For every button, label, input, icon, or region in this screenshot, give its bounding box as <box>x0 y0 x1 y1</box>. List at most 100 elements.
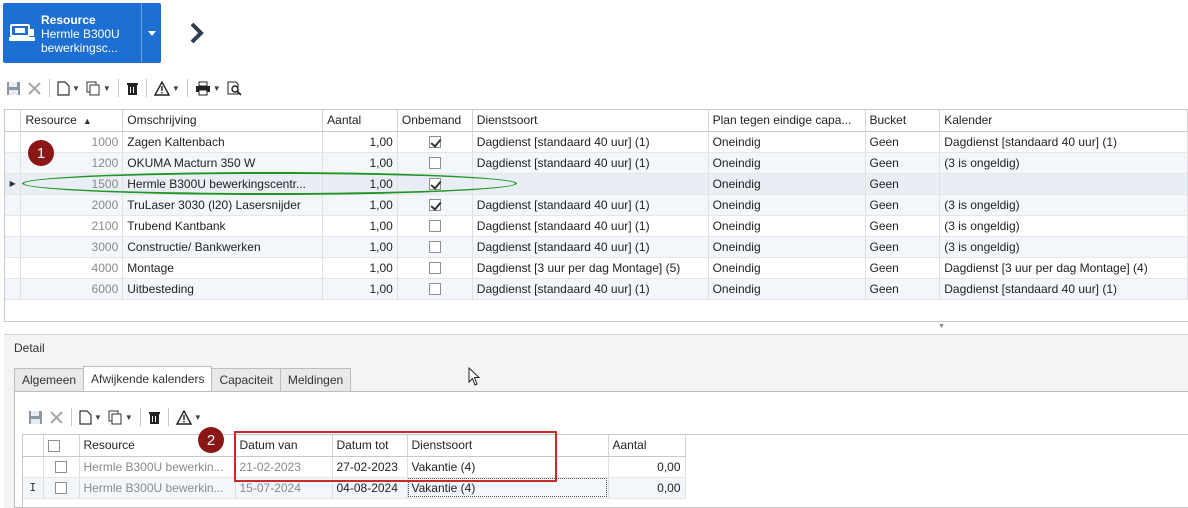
row-indicator[interactable] <box>5 131 22 153</box>
warning-icon[interactable]: ▼ <box>151 77 183 99</box>
cell-omschrijving[interactable]: TruLaser 3030 (l20) Lasersnijder <box>122 194 324 216</box>
tab-algemeen[interactable]: Algemeen <box>14 368 85 391</box>
cell-select[interactable] <box>43 456 80 478</box>
cell-resource[interactable]: 2100 <box>20 215 124 237</box>
cell-datum-tot[interactable]: 27-02-2023 <box>332 456 408 478</box>
cell-aantal[interactable]: 1,00 <box>322 194 398 216</box>
cell-bucket[interactable]: Geen <box>865 152 941 174</box>
column-header-kalender[interactable]: Kalender <box>939 110 1188 132</box>
cell-kalender[interactable]: (3 is ongeldig) <box>939 194 1188 216</box>
cell-onbemand[interactable] <box>397 215 473 237</box>
onbemand-checkbox[interactable] <box>428 136 441 149</box>
cancel-icon[interactable] <box>24 77 45 99</box>
detail-save-icon[interactable] <box>25 406 46 428</box>
cell-dienstsoort[interactable]: Dagdienst [standaard 40 uur] (1) <box>472 215 709 237</box>
onbemand-checkbox[interactable] <box>428 262 441 275</box>
cell-kalender[interactable]: Dagdienst [standaard 40 uur] (1) <box>939 278 1188 300</box>
cell-bucket[interactable]: Geen <box>865 194 941 216</box>
table-row[interactable]: Hermle B300U bewerkin... 21-02-2023 27-02-… <box>23 456 686 478</box>
splitter-handle-icon[interactable]: ▼ <box>938 323 945 330</box>
column-header-datum-van[interactable]: Datum van <box>235 435 333 457</box>
column-header-aantal[interactable]: Aantal <box>322 110 398 132</box>
delete-icon[interactable] <box>123 77 142 99</box>
row-indicator[interactable] <box>5 257 22 279</box>
cell-dienstsoort[interactable]: Dagdienst [3 uur per dag Montage] (5) <box>472 257 709 279</box>
table-row[interactable]: 2100 Trubend Kantbank 1,00 Dagdienst [stand… <box>5 215 1188 237</box>
column-header-dienstsoort[interactable]: Dienstsoort <box>407 435 609 457</box>
copy-icon[interactable]: ▼ <box>83 77 114 99</box>
cell-datum-van[interactable]: 15-07-2024 <box>235 477 333 499</box>
onbemand-checkbox[interactable] <box>428 199 441 212</box>
row-indicator[interactable] <box>23 456 44 478</box>
cell-select[interactable] <box>43 477 80 499</box>
new-document-icon[interactable]: ▼ <box>54 77 83 99</box>
print-preview-icon[interactable] <box>224 77 246 99</box>
cell-onbemand[interactable] <box>397 131 473 153</box>
cell-bucket[interactable]: Geen <box>865 236 941 258</box>
cell-omschrijving[interactable]: Constructie/ Bankwerken <box>122 236 324 258</box>
cell-kalender[interactable]: (3 is ongeldig) <box>939 215 1188 237</box>
row-indicator[interactable] <box>5 215 22 237</box>
cell-aantal[interactable]: 0,00 <box>608 477 686 499</box>
row-indicator[interactable] <box>5 194 22 216</box>
cell-onbemand[interactable] <box>397 152 473 174</box>
cell-bucket[interactable]: Geen <box>865 278 941 300</box>
row-select-checkbox[interactable] <box>55 461 67 474</box>
cell-aantal[interactable]: 1,00 <box>322 257 398 279</box>
tab-afwijkende-kalenders[interactable]: Afwijkende kalenders <box>83 366 213 391</box>
cell-bucket[interactable]: Geen <box>865 173 941 195</box>
cell-resource[interactable]: 6000 <box>20 278 124 300</box>
cell-dienstsoort[interactable]: Dagdienst [standaard 40 uur] (1) <box>472 152 709 174</box>
cell-resource[interactable]: Hermle B300U bewerkin... <box>79 477 236 499</box>
table-row[interactable]: 2000 TruLaser 3030 (l20) Lasersnijder 1,00… <box>5 194 1188 216</box>
cell-dienstsoort[interactable]: Dagdienst [standaard 40 uur] (1) <box>472 278 709 300</box>
cell-plan[interactable]: Oneindig <box>708 131 866 153</box>
onbemand-checkbox[interactable] <box>428 283 441 296</box>
cell-plan[interactable]: Oneindig <box>708 257 866 279</box>
detail-header[interactable]: Detail <box>4 334 1188 360</box>
cell-dienstsoort[interactable] <box>472 173 709 195</box>
resource-context-button[interactable]: Resource Hermle B300U bewerkingsc... <box>3 3 161 63</box>
table-row[interactable]: I Hermle B300U bewerkin... 15-07-2024 04-08… <box>23 477 686 499</box>
row-indicator[interactable]: ▶ <box>5 173 22 195</box>
cell-plan[interactable]: Oneindig <box>708 194 866 216</box>
cell-resource[interactable]: 3000 <box>20 236 124 258</box>
detail-copy-icon[interactable]: ▼ <box>105 406 136 428</box>
cell-resource[interactable]: 1500 <box>20 173 124 195</box>
chevron-right-icon[interactable] <box>187 20 207 46</box>
row-indicator[interactable] <box>5 236 22 258</box>
cell-omschrijving[interactable]: Trubend Kantbank <box>122 215 324 237</box>
cell-resource[interactable]: 4000 <box>20 257 124 279</box>
table-row[interactable]: 3000 Constructie/ Bankwerken 1,00 Dagdienst… <box>5 236 1188 258</box>
cell-omschrijving[interactable]: Uitbesteding <box>122 278 324 300</box>
column-header-dienstsoort[interactable]: Dienstsoort <box>472 110 709 132</box>
print-icon[interactable]: ▼ <box>192 77 224 99</box>
onbemand-checkbox[interactable] <box>428 157 441 170</box>
column-header-aantal[interactable]: Aantal <box>608 435 686 457</box>
row-indicator[interactable]: I <box>23 477 44 499</box>
caret-down-icon[interactable] <box>141 3 161 63</box>
table-row[interactable]: 1000 Zagen Kaltenbach 1,00 Dagdienst [stand… <box>5 131 1188 153</box>
cell-bucket[interactable]: Geen <box>865 257 941 279</box>
cell-kalender[interactable]: (3 is ongeldig) <box>939 236 1188 258</box>
cell-aantal[interactable]: 1,00 <box>322 131 398 153</box>
detail-cancel-icon[interactable] <box>46 406 67 428</box>
cell-aantal[interactable]: 1,00 <box>322 173 398 195</box>
cell-dienstsoort[interactable]: Dagdienst [standaard 40 uur] (1) <box>472 194 709 216</box>
cell-plan[interactable]: Oneindig <box>708 236 866 258</box>
cell-plan[interactable]: Oneindig <box>708 173 866 195</box>
cell-aantal[interactable]: 1,00 <box>322 236 398 258</box>
cell-omschrijving[interactable]: Hermle B300U bewerkingscentr... <box>122 173 324 195</box>
column-header-omschrijving[interactable]: Omschrijving <box>122 110 324 132</box>
column-header-datum-tot[interactable]: Datum tot <box>332 435 408 457</box>
detail-warning-icon[interactable]: ▼ <box>173 406 205 428</box>
table-row[interactable]: 1200 OKUMA Macturn 350 W 1,00 Dagdienst [st… <box>5 152 1188 174</box>
cell-onbemand[interactable] <box>397 257 473 279</box>
row-indicator[interactable] <box>5 278 22 300</box>
column-header-resource[interactable]: Resource ▲ <box>20 110 124 132</box>
onbemand-checkbox[interactable] <box>428 220 441 233</box>
cell-dienstsoort[interactable]: Dagdienst [standaard 40 uur] (1) <box>472 131 709 153</box>
cell-onbemand[interactable] <box>397 278 473 300</box>
cell-aantal[interactable]: 1,00 <box>322 152 398 174</box>
cell-kalender[interactable]: (3 is ongeldig) <box>939 152 1188 174</box>
